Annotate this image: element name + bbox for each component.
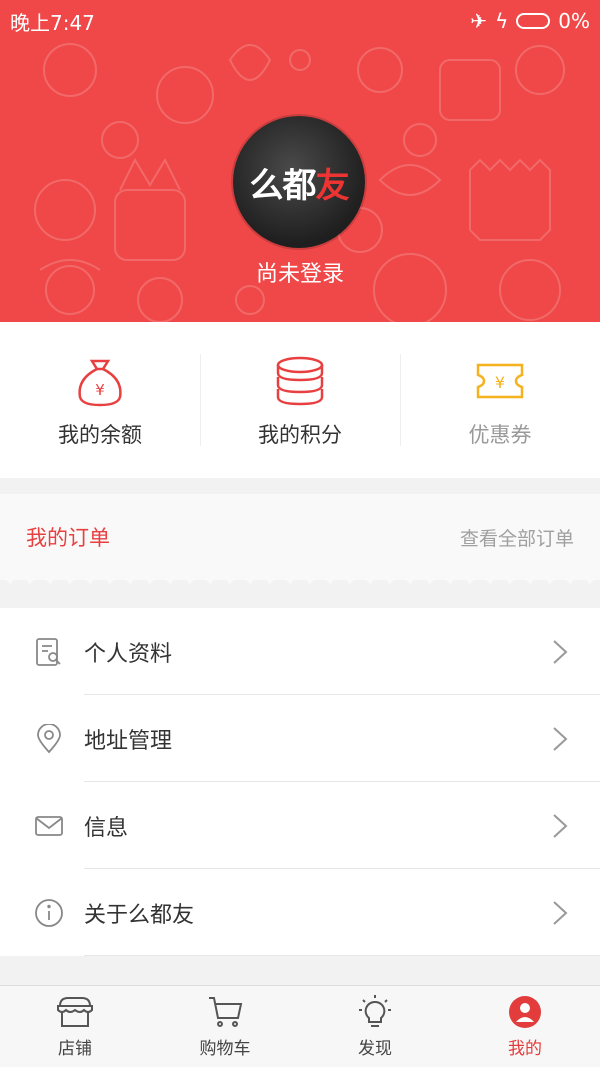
logo-text-accent: 友 <box>315 165 350 206</box>
coupon-button[interactable]: ¥ 优惠券 <box>400 322 600 478</box>
tab-mine[interactable]: 我的 <box>450 986 600 1067</box>
tab-store-label: 店铺 <box>58 1039 92 1059</box>
view-all-orders-link[interactable]: 查看全部订单 <box>460 524 574 551</box>
balance-button[interactable]: ¥ 我的余额 <box>0 322 200 478</box>
tab-store[interactable]: 店铺 <box>0 986 150 1067</box>
chevron-right-icon <box>553 726 568 751</box>
status-bar: 晚上7:47 ✈ ϟ 0% <box>0 0 600 42</box>
tab-discover-label: 发现 <box>358 1039 392 1059</box>
coupon-label: 优惠券 <box>468 423 532 447</box>
logo-text: 么都友 <box>249 158 350 207</box>
menu-item-about[interactable]: 关于么都友 <box>0 869 600 956</box>
bottom-tab-bar: 店铺 购物车 发现 我的 <box>0 985 600 1067</box>
charging-icon: ϟ <box>495 9 509 33</box>
menu-item-address[interactable]: 地址管理 <box>0 695 600 782</box>
battery-percent: 0% <box>558 9 590 33</box>
coin-stack-icon <box>276 356 324 406</box>
status-icons: ✈ ϟ 0% <box>470 9 590 33</box>
cart-icon <box>209 997 243 1027</box>
svg-text:¥: ¥ <box>95 381 105 399</box>
store-icon <box>57 997 93 1027</box>
money-bag-icon: ¥ <box>78 359 122 407</box>
tab-cart-label: 购物车 <box>199 1039 251 1059</box>
chevron-right-icon <box>553 639 568 664</box>
chevron-right-icon <box>553 900 568 925</box>
login-status[interactable]: 尚未登录 <box>0 256 600 288</box>
menu-item-messages[interactable]: 信息 <box>0 782 600 869</box>
quick-stats: ¥ 我的余额 我的积分 ¥ 优惠券 <box>0 322 600 478</box>
menu-label-address: 地址管理 <box>84 728 173 754</box>
my-orders-title: 我的订单 <box>26 526 110 550</box>
chevron-right-icon <box>553 813 568 838</box>
profile-doc-icon <box>36 637 61 666</box>
zigzag-divider <box>0 570 600 584</box>
balance-label: 我的余额 <box>58 423 142 447</box>
info-icon <box>35 898 63 927</box>
tab-mine-label: 我的 <box>508 1039 542 1059</box>
svg-text:¥: ¥ <box>495 373 505 392</box>
tab-cart[interactable]: 购物车 <box>150 986 300 1067</box>
menu-label-messages: 信息 <box>84 815 129 841</box>
points-button[interactable]: 我的积分 <box>200 322 400 478</box>
lightbulb-icon <box>359 995 391 1027</box>
points-label: 我的积分 <box>258 423 342 447</box>
menu-item-profile[interactable]: 个人资料 <box>0 608 600 695</box>
mail-icon <box>35 815 63 836</box>
battery-icon <box>516 13 551 29</box>
user-icon <box>509 996 541 1028</box>
status-time: 晚上7:47 <box>10 10 95 35</box>
menu-label-about: 关于么都友 <box>84 902 195 928</box>
coupon-icon: ¥ <box>476 363 524 399</box>
tab-discover[interactable]: 发现 <box>300 986 450 1067</box>
app-logo[interactable]: 么都友 <box>233 116 365 248</box>
menu-label-profile: 个人资料 <box>84 641 173 667</box>
my-orders-row[interactable]: 我的订单 查看全部订单 <box>0 494 600 580</box>
airplane-icon: ✈ <box>470 9 488 33</box>
location-pin-icon <box>37 723 61 753</box>
logo-text-main: 么都 <box>249 165 317 206</box>
settings-list: 个人资料 地址管理 信息 关于么都友 <box>0 608 600 956</box>
